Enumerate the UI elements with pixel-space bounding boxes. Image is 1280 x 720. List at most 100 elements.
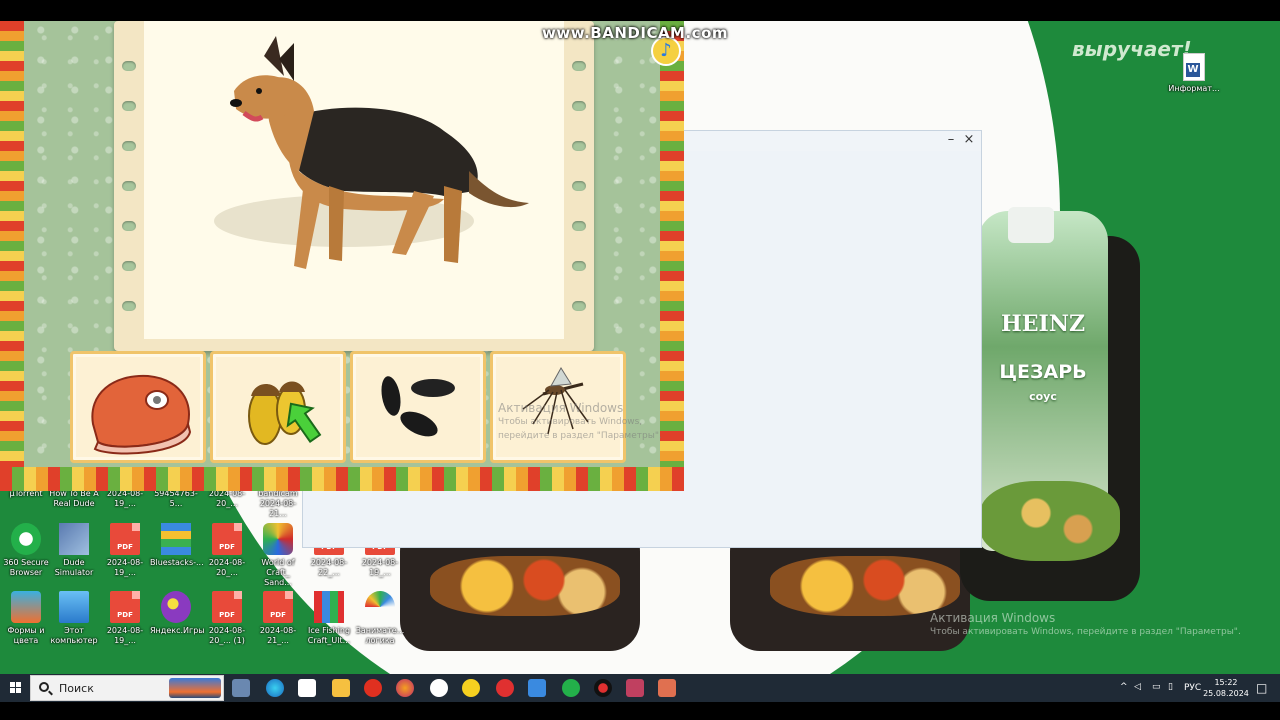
desktop-icon-pdf[interactable]: 2024-08-20_... [201, 489, 253, 509]
start-button[interactable] [4, 674, 28, 702]
wallpaper-product-type: соус [1029, 390, 1057, 403]
activation-title: Активация Windows [498, 401, 624, 415]
store-icon[interactable] [528, 679, 546, 697]
card-hole [122, 101, 136, 111]
desktop-icon-360-browser[interactable]: 360 Secure Browser [0, 523, 52, 578]
yandex-games-icon [161, 591, 191, 623]
pdf-file-icon [212, 523, 242, 555]
dog-ear [264, 36, 284, 76]
firefox-icon[interactable] [396, 679, 414, 697]
desktop-icon-label: 2024-08-20_... [208, 489, 246, 508]
wallpaper-heinz-brand: HEINZ [1000, 311, 1085, 337]
desktop-icon-label: Dude Simulator [54, 558, 94, 577]
activation-title: Активация Windows [930, 611, 1056, 625]
word-document-icon [1183, 53, 1205, 81]
volume-icon[interactable]: ◁ [1134, 682, 1141, 692]
bandicam-icon[interactable] [594, 679, 612, 697]
minimize-button[interactable]: – [943, 132, 959, 148]
tray-chevron-up-icon[interactable]: ^ [1120, 682, 1128, 692]
card-hole [572, 181, 586, 191]
file-explorer-icon[interactable] [332, 679, 350, 697]
desktop-icon-shapes-colors[interactable]: Формы и цвета [0, 591, 52, 646]
ice-fishing-icon [314, 591, 344, 623]
desktop-icon-pdf[interactable]: 2024-08-20_... (1) [201, 591, 253, 646]
desktop-icon-pdf[interactable]: 2024-08-19_... [99, 591, 151, 646]
clock-time: 15:22 [1214, 678, 1238, 687]
card-hole [572, 301, 586, 311]
desktop-icon-label: 2024-08-21_... [259, 626, 297, 645]
desktop-icon-label: 2024-08-19_... [106, 558, 144, 577]
mail-icon[interactable] [298, 679, 316, 697]
taskbar-search[interactable]: Поиск [30, 675, 224, 701]
desktop-icon-ice-fishing[interactable]: Ice Fishing Craft_Ult... [303, 591, 355, 646]
card-hole [122, 261, 136, 271]
desktop-icon-bandicam[interactable]: bandicam 2024-08-21... [252, 489, 304, 519]
wallpaper-salad [980, 481, 1120, 561]
dog-head [234, 75, 292, 119]
german-shepherd-image [214, 36, 529, 269]
yandex-browser-icon[interactable] [364, 679, 382, 697]
desktop-icon-label: How To Be A Real Dude [49, 489, 99, 508]
desktop-icon-file[interactable]: 59454763-5... [150, 489, 202, 509]
opera-icon[interactable] [496, 679, 514, 697]
wallpaper-heinz-cap [1008, 207, 1054, 243]
desktop-icon-logic-game[interactable]: Занимате... логика [354, 591, 406, 646]
yandex-games-icon[interactable] [462, 679, 480, 697]
notification-icon[interactable]: □ [1256, 681, 1267, 695]
dog-tail [469, 171, 529, 208]
close-button[interactable]: × [961, 132, 977, 148]
taskbar-clock[interactable]: 15:22 25.08.2024 [1202, 677, 1250, 699]
desktop-icon-this-pc[interactable]: Этот компьютер [48, 591, 100, 646]
desktop-icon-label: 360 Secure Browser [3, 558, 49, 577]
game-app-icon[interactable] [658, 679, 676, 697]
dog-ear-2 [279, 43, 294, 81]
desktop-icon-label: 2024-08-20_... (1) [208, 626, 246, 645]
wallpaper-food-left [430, 556, 620, 616]
360-browser-icon[interactable] [562, 679, 580, 697]
search-icon [39, 682, 49, 692]
meat-steak-icon [91, 374, 192, 455]
desktop-icon-pdf[interactable]: 2024-08-21_... [252, 591, 304, 646]
choice-acorns[interactable] [210, 351, 346, 463]
world-of-craft-icon [263, 523, 293, 555]
game-border-right [660, 21, 684, 491]
desktop-icon-label: Ice Fishing Craft_Ult... [307, 626, 351, 645]
desktop-icon-pdf[interactable]: 2024-08-20_... [201, 523, 253, 578]
game-border-bottom [0, 467, 684, 491]
desktop-icon-label: World of Craft_ Sand... [261, 558, 295, 587]
card-hole [572, 221, 586, 231]
activation-line2: перейдите в раздел "Параметры". [498, 431, 662, 441]
desktop-icon-label: Яндекс.Игры [150, 626, 205, 635]
card-hole [572, 141, 586, 151]
desktop-icon-label: 2024-08-19_... [106, 489, 144, 508]
desktop-icon-world-of-craft[interactable]: World of Craft_ Sand... [252, 523, 304, 588]
card-hole [572, 61, 586, 71]
choice-meat[interactable] [70, 351, 206, 463]
desktop-icon-real-dude[interactable]: How To Be A Real Dude [48, 489, 100, 509]
sunflower-seeds-icon [381, 376, 455, 437]
battery-icon[interactable]: ▯ [1168, 682, 1173, 692]
pdf-file-icon [263, 591, 293, 623]
desktop-icon-yandex-games[interactable]: Яндекс.Игры [150, 591, 205, 636]
desktop-icon-pdf[interactable]: 2024-08-19_... [99, 489, 151, 509]
language-indicator[interactable]: РУС [1184, 683, 1201, 693]
desktop-icon-label: 2024-08-22_... [310, 558, 348, 577]
desktop-icon-word-doc[interactable]: Информат... [1168, 53, 1220, 94]
360-browser-icon [11, 523, 41, 555]
card-hole [122, 61, 136, 71]
choice-seeds[interactable] [350, 351, 486, 463]
game-window[interactable]: ♪ Активация Windows Чтобы активировать W… [0, 21, 684, 491]
edge-browser-icon[interactable] [266, 679, 284, 697]
yandex-icon[interactable] [430, 679, 448, 697]
app-icon[interactable] [626, 679, 644, 697]
desktop-icon-bluestacks[interactable]: Bluestacks-... [150, 523, 204, 568]
activation-line1: Чтобы активировать Windows, [498, 417, 643, 427]
desktop-icon-pdf[interactable]: 2024-08-19_... [99, 523, 151, 578]
bluestacks-icon [161, 523, 191, 555]
desktop-icon-label: Информат... [1168, 84, 1220, 93]
desktop-icon-dude-simulator[interactable]: Dude Simulator [48, 523, 100, 578]
activation-subtitle: Чтобы активировать Windows, перейдите в … [930, 627, 1241, 637]
task-view-icon[interactable] [232, 679, 250, 697]
network-icon[interactable]: ▭ [1152, 682, 1161, 692]
clock-date: 25.08.2024 [1203, 689, 1249, 698]
